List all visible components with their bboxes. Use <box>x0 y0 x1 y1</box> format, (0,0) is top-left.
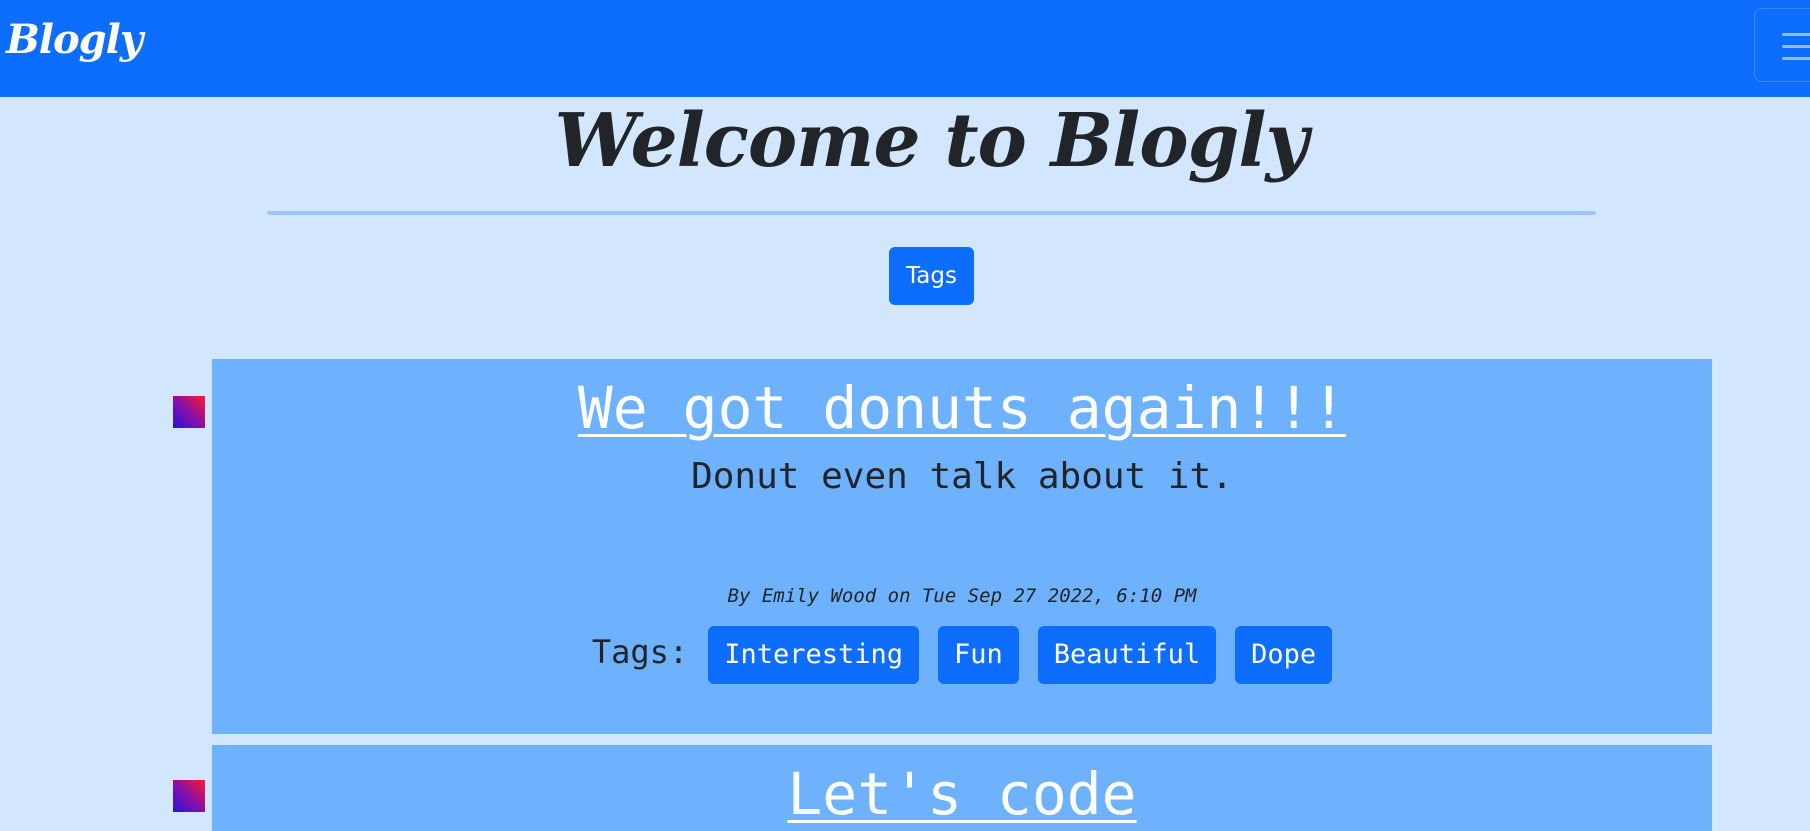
post-body: Donut even talk about it. <box>691 456 1233 497</box>
post-meta: By Emily Wood on Tue Sep 27 2022, 6:10 P… <box>727 585 1197 607</box>
post-card: We got donuts again!!! Donut even talk a… <box>212 359 1712 734</box>
brand-link[interactable]: Blogly <box>6 16 143 63</box>
tag-fun-button[interactable]: Fun <box>938 626 1019 684</box>
navbar-toggle-button[interactable] <box>1754 8 1810 82</box>
page-title: Welcome to Blogly <box>554 98 1309 184</box>
post-thumbnail-icon[interactable] <box>173 780 205 812</box>
divider <box>267 211 1596 215</box>
post-tags: Tags: Interesting Fun Beautiful Dope <box>212 626 1712 684</box>
tag-beautiful-button[interactable]: Beautiful <box>1037 626 1217 684</box>
navbar: Blogly <box>0 0 1810 97</box>
tag-interesting-button[interactable]: Interesting <box>708 626 919 684</box>
post-thumbnail-icon[interactable] <box>173 396 205 428</box>
tags-button[interactable]: Tags <box>889 247 974 305</box>
post-tags-label: Tags: <box>591 633 689 671</box>
post-card: Let's code <box>212 745 1712 831</box>
post-title-link[interactable]: Let's code <box>212 759 1712 829</box>
hamburger-menu-icon <box>1782 31 1810 61</box>
tag-dope-button[interactable]: Dope <box>1235 626 1333 684</box>
post-title-link[interactable]: We got donuts again!!! <box>212 373 1712 443</box>
